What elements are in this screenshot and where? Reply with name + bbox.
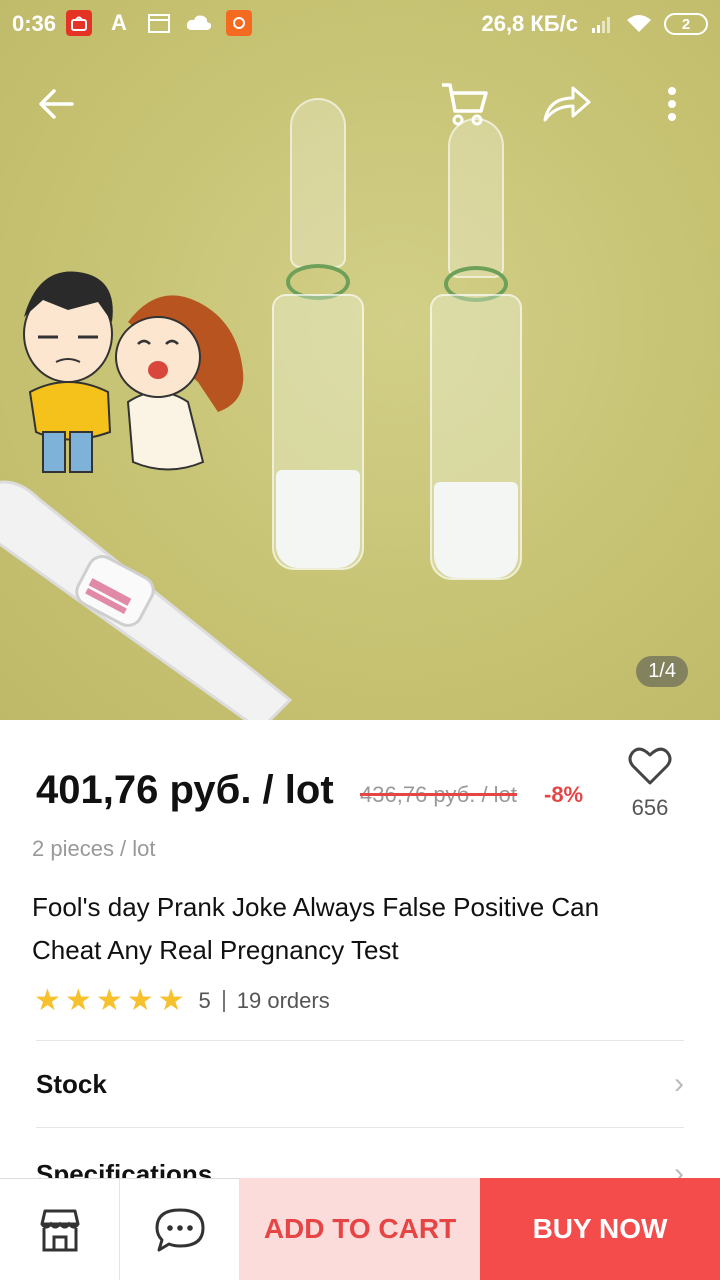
share-icon <box>543 86 591 122</box>
star-icon: ★ <box>95 984 123 1017</box>
more-options-button[interactable] <box>644 76 700 132</box>
chat-icon <box>155 1208 204 1251</box>
calendar-icon <box>146 10 172 36</box>
wishlist-count: 656 <box>631 795 669 820</box>
star-icon: ★ <box>64 984 92 1017</box>
more-vert-icon <box>668 87 676 121</box>
font-a-icon: A <box>111 10 127 35</box>
star-icon: ★ <box>157 984 185 1017</box>
pieces-per-lot: 2 pieces / lot <box>32 836 156 861</box>
orange-app-icon <box>226 10 252 36</box>
battery-icon: 2 <box>664 13 708 35</box>
old-price: 436,76 руб. / lot <box>360 782 517 807</box>
network-speed: 26,8 КБ/с <box>481 11 578 36</box>
battery-level: 2 <box>681 15 691 33</box>
aliexpress-icon <box>66 10 92 36</box>
rating-separator <box>222 990 225 1012</box>
divider <box>36 1127 684 1128</box>
buy-now-button[interactable]: BUY NOW <box>480 1178 720 1280</box>
cart-icon <box>442 83 488 126</box>
star-icon: ★ <box>126 984 154 1017</box>
rating-value: 5 <box>198 988 211 1013</box>
wifi-icon <box>627 15 651 32</box>
pregnancy-test-image <box>0 480 293 720</box>
share-button[interactable] <box>538 76 594 132</box>
signal-icon <box>592 17 610 33</box>
price: 401,76 руб. / lot <box>36 768 334 812</box>
stock-row[interactable]: Stock › <box>36 1042 684 1126</box>
ampoule-left <box>268 98 368 578</box>
image-counter: 1/4 <box>636 656 688 687</box>
back-arrow-icon <box>39 89 74 119</box>
cloud-icon <box>186 10 212 36</box>
cart-button[interactable] <box>436 76 492 132</box>
back-button[interactable] <box>28 76 84 132</box>
chat-button[interactable] <box>120 1178 240 1280</box>
product-image-gallery[interactable]: 0:36 A 26,8 КБ/с 2 1/4 <box>0 0 720 720</box>
bottom-action-bar: ADD TO CART BUY NOW <box>0 1178 720 1280</box>
star-icon: ★ <box>34 984 61 1017</box>
ampoule-right <box>426 118 526 588</box>
status-time: 0:36 <box>12 11 57 36</box>
rating-stars: ★ ★ ★ ★ ★ <box>34 986 185 1016</box>
store-icon <box>40 1209 79 1251</box>
rating-row[interactable]: ★ ★ ★ ★ ★ 5 19 orders <box>34 986 330 1016</box>
add-to-cart-button[interactable]: ADD TO CART <box>240 1178 480 1280</box>
divider <box>36 1040 684 1041</box>
heart-icon <box>628 747 672 785</box>
product-info: 401,76 руб. / lot 436,76 руб. / lot -8% … <box>0 720 720 1190</box>
product-title: Fool's day Prank Joke Always False Posit… <box>32 892 600 965</box>
chevron-right-icon: › <box>674 1067 684 1100</box>
orders-count: 19 orders <box>236 988 330 1013</box>
status-bar: 0:36 A 26,8 КБ/с 2 <box>0 0 720 48</box>
cartoon-couple-illustration <box>23 271 244 473</box>
wishlist-button[interactable]: 656 <box>620 746 680 821</box>
store-button[interactable] <box>0 1178 120 1280</box>
discount-badge: -8% <box>544 782 584 807</box>
stock-label: Stock <box>36 1068 107 1099</box>
